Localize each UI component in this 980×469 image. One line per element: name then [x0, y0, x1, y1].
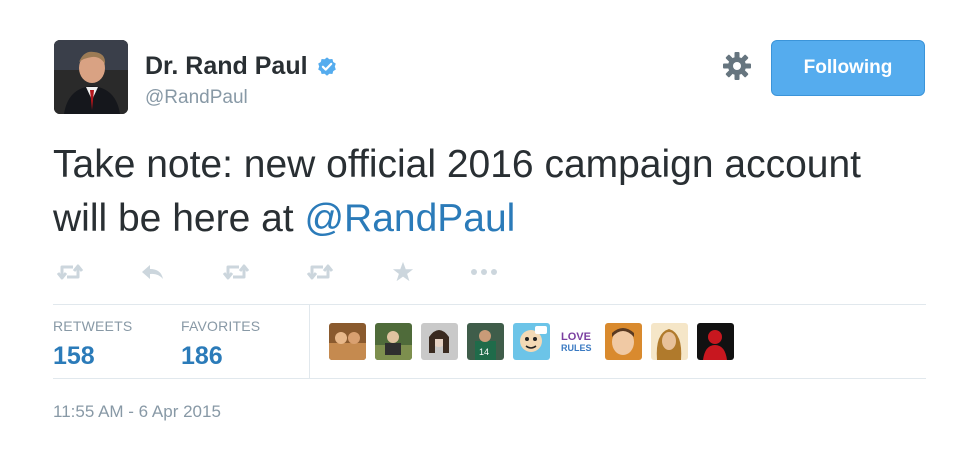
user-avatar-2[interactable]	[375, 323, 412, 360]
user-handle[interactable]: @RandPaul	[145, 87, 248, 109]
star-icon[interactable]	[388, 258, 418, 286]
user-avatar-7[interactable]	[605, 323, 642, 360]
favorites-count: 186	[181, 342, 223, 370]
user-avatar-5[interactable]	[513, 323, 550, 360]
favoriter-avatars: 14 LOVE RULES	[329, 323, 734, 360]
user-name-text: Dr. Rand Paul	[145, 52, 308, 80]
tweet-mention-link[interactable]: @RandPaul	[304, 197, 515, 240]
retweets-count: 158	[53, 342, 95, 370]
svg-text:RULES: RULES	[561, 343, 592, 353]
tweet-text: Take note: new official 2016 campaign ac…	[53, 138, 913, 246]
verified-badge-icon	[317, 56, 336, 76]
profile-avatar[interactable]	[54, 40, 128, 114]
retweets-stat[interactable]: RETWEETS 158	[53, 318, 132, 371]
retweet-icon[interactable]	[55, 258, 85, 286]
retweet-icon[interactable]	[221, 258, 251, 286]
more-icon[interactable]	[469, 258, 499, 286]
stats-separator	[309, 305, 310, 378]
profile-photo	[54, 40, 128, 114]
user-display-name[interactable]: Dr. Rand Paul	[145, 52, 338, 81]
retweet-icon[interactable]	[305, 258, 335, 286]
svg-text:LOVE: LOVE	[561, 331, 591, 343]
favorites-label: FAVORITES	[181, 318, 261, 334]
favorites-stat[interactable]: FAVORITES 186	[181, 318, 260, 371]
settings-gear-icon[interactable]	[721, 50, 753, 82]
svg-text:14: 14	[479, 347, 489, 357]
user-avatar-3[interactable]	[421, 323, 458, 360]
user-avatar-9[interactable]	[697, 323, 734, 360]
stats-bottom-divider	[53, 378, 926, 379]
stats-top-divider	[53, 304, 926, 305]
tweet-timestamp[interactable]: 11:55 AM - 6 Apr 2015	[53, 402, 221, 422]
following-button[interactable]: Following	[771, 40, 925, 96]
reply-icon[interactable]	[138, 258, 168, 286]
user-avatar-love-rules[interactable]: LOVE RULES	[559, 323, 596, 360]
user-avatar-8[interactable]	[651, 323, 688, 360]
retweets-label: RETWEETS	[53, 318, 133, 334]
user-avatar-1[interactable]	[329, 323, 366, 360]
user-avatar-4[interactable]: 14	[467, 323, 504, 360]
